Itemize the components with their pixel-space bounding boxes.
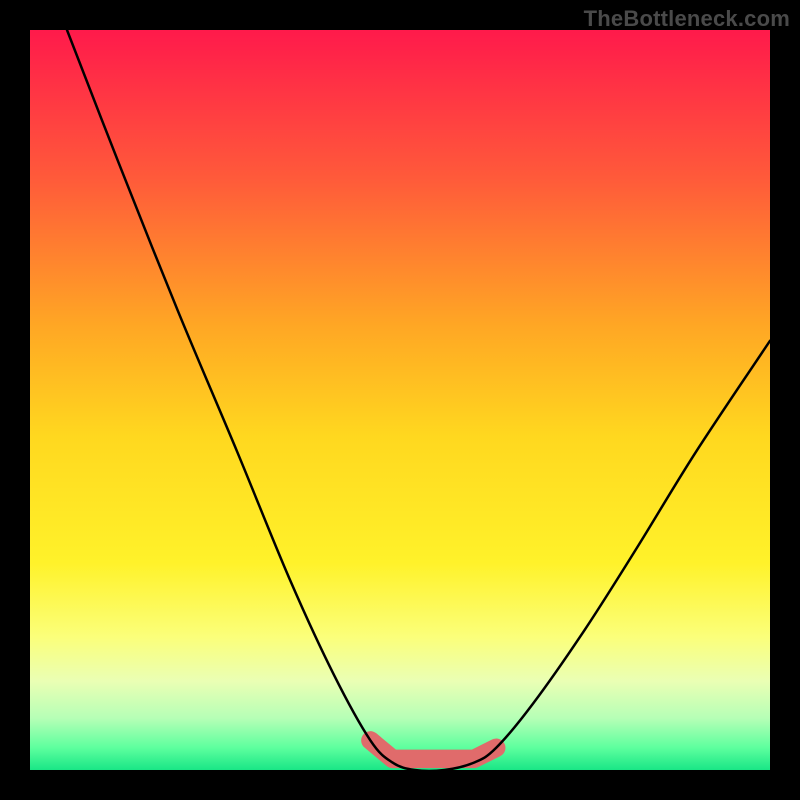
attribution-label: TheBottleneck.com xyxy=(584,6,790,32)
plot-area xyxy=(30,30,770,770)
bottleneck-chart-svg xyxy=(30,30,770,770)
chart-frame: TheBottleneck.com xyxy=(0,0,800,800)
gradient-background xyxy=(30,30,770,770)
